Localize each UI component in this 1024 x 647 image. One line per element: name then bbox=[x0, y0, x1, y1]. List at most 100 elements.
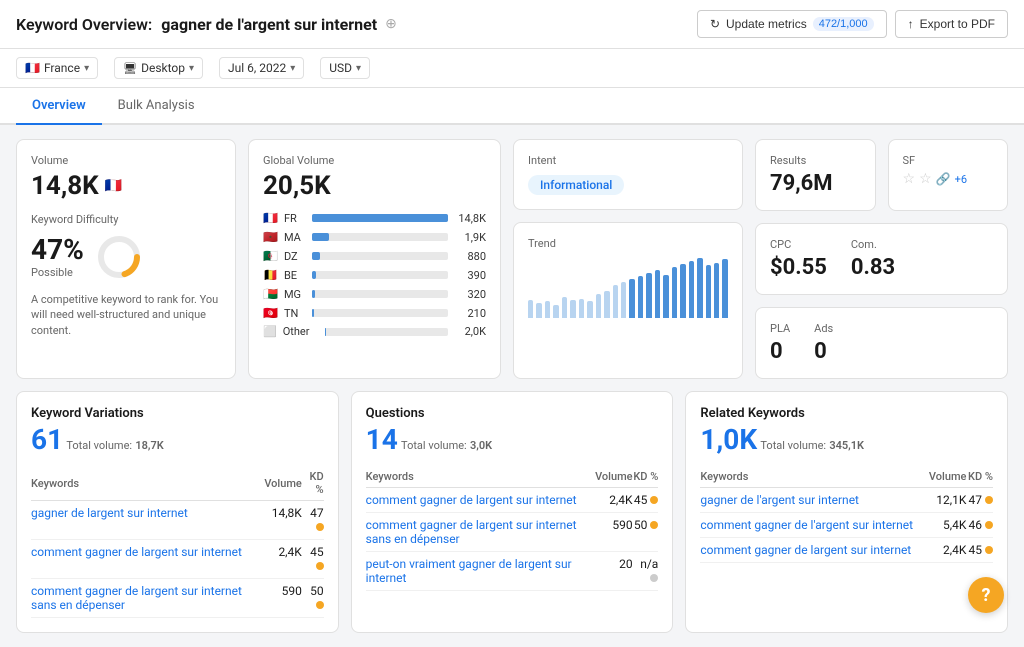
country-bar bbox=[312, 309, 314, 317]
page-title: Keyword Overview: gagner de l'argent sur… bbox=[16, 15, 377, 34]
country-filter[interactable]: 🇫🇷 France ▾ bbox=[16, 57, 98, 79]
link-icon: 🔗 bbox=[936, 172, 951, 186]
top-actions: ↻ Update metrics 472/1,000 ↑ Export to P… bbox=[697, 10, 1008, 38]
country-flag: 🇩🇿 bbox=[263, 249, 278, 263]
keyword-link[interactable]: peut-on vraiment gagner de largent sur i… bbox=[366, 557, 572, 585]
country-value: 390 bbox=[454, 269, 486, 282]
trend-bar bbox=[536, 303, 541, 318]
volume-cell: 2,4K bbox=[264, 540, 302, 579]
country-code: MG bbox=[284, 288, 306, 301]
country-bar bbox=[312, 290, 315, 298]
trend-bar bbox=[553, 305, 558, 318]
country-bar bbox=[312, 271, 316, 279]
country-row: 🇫🇷 FR 14,8K bbox=[263, 211, 486, 225]
col-kd-header: KD % bbox=[302, 466, 324, 501]
related-keywords-total-value: 345,1K bbox=[829, 439, 864, 452]
kd-cell: 47 bbox=[966, 488, 993, 513]
export-pdf-button[interactable]: ↑ Export to PDF bbox=[895, 10, 1008, 38]
kd-cell: 45 bbox=[633, 488, 659, 513]
country-value: 320 bbox=[454, 288, 486, 301]
keyword-link[interactable]: comment gagner de largent sur internet s… bbox=[366, 518, 577, 546]
keyword-link[interactable]: comment gagner de largent sur internet s… bbox=[31, 584, 242, 612]
date-filter[interactable]: Jul 6, 2022 ▾ bbox=[219, 57, 304, 79]
country-flag: 🇲🇬 bbox=[263, 287, 278, 301]
country-flag: 🇫🇷 bbox=[263, 211, 278, 225]
results-card: Results 79,6M bbox=[755, 139, 876, 211]
country-code: MA bbox=[284, 231, 306, 244]
questions-total-label: Total volume: bbox=[401, 439, 467, 452]
trend-bar bbox=[680, 264, 685, 318]
keyword-variations-table: Keywords Volume KD % gagner de largent s… bbox=[31, 466, 324, 618]
other-bar bbox=[325, 328, 327, 336]
device-filter[interactable]: 🖥 Desktop ▾ bbox=[114, 57, 203, 79]
table-row: gagner de largent sur internet 14,8K 47 bbox=[31, 501, 324, 540]
table-row: gagner de l'argent sur internet 12,1K 47 bbox=[700, 488, 993, 513]
country-row: 🇧🇪 BE 390 bbox=[263, 268, 486, 282]
chevron-down-icon: ▾ bbox=[189, 63, 194, 74]
intent-trend-column: Intent Informational Trend bbox=[513, 139, 743, 379]
country-code: TN bbox=[284, 307, 306, 320]
kd-description: A competitive keyword to rank for. You w… bbox=[31, 292, 221, 338]
cpc-com-metrics: CPC $0.55 Com. 0.83 bbox=[770, 238, 993, 280]
currency-filter[interactable]: USD ▾ bbox=[320, 57, 370, 79]
keyword-link[interactable]: comment gagner de largent sur internet bbox=[31, 545, 242, 559]
trend-bar bbox=[579, 299, 584, 318]
global-volume-value: 20,5K bbox=[263, 171, 486, 201]
sf-more-link[interactable]: +6 bbox=[955, 173, 967, 186]
trend-bar bbox=[646, 273, 651, 318]
kd-cell: 45 bbox=[302, 540, 324, 579]
questions-card: Questions 14 Total volume: 3,0K Keywords… bbox=[351, 391, 674, 633]
kd-cell: 46 bbox=[966, 513, 993, 538]
volume-kd-card: Volume 14,8K 🇫🇷 Keyword Difficulty 47% P… bbox=[16, 139, 236, 379]
col-keywords-header: Keywords bbox=[31, 466, 264, 501]
country-flag: 🇲🇦 bbox=[263, 230, 278, 244]
keyword-link[interactable]: comment gagner de largent sur internet bbox=[366, 493, 577, 507]
export-icon: ↑ bbox=[908, 17, 914, 31]
related-keywords-header: Related Keywords 1,0K Total volume: 345,… bbox=[700, 406, 993, 456]
trend-bar bbox=[706, 265, 711, 318]
tab-overview[interactable]: Overview bbox=[16, 88, 102, 125]
volume-cell: 590 bbox=[595, 513, 633, 552]
other-bar-container bbox=[325, 328, 448, 336]
rk-col-kd-header: KD % bbox=[966, 466, 993, 488]
add-circle-icon[interactable]: ⊕ bbox=[385, 16, 397, 32]
questions-total-value: 3,0K bbox=[470, 439, 492, 452]
kd-possible: Possible bbox=[31, 266, 84, 279]
volume-label: Volume bbox=[31, 154, 221, 167]
volume-cell: 12,1K bbox=[927, 488, 967, 513]
title-section: Keyword Overview: gagner de l'argent sur… bbox=[16, 15, 397, 34]
country-code: FR bbox=[284, 212, 306, 225]
trend-bar bbox=[714, 263, 719, 318]
help-button[interactable]: ? bbox=[968, 577, 1004, 613]
country-code: BE bbox=[284, 269, 306, 282]
cpc-com-card: CPC $0.55 Com. 0.83 bbox=[755, 223, 1008, 295]
country-bar-container bbox=[312, 252, 448, 260]
trend-bar bbox=[638, 276, 643, 318]
com-value: 0.83 bbox=[851, 255, 895, 280]
keyword-link[interactable]: comment gagner de l'argent sur internet bbox=[700, 518, 913, 532]
keyword-variations-count: 61 bbox=[31, 423, 63, 456]
ads-label: Ads bbox=[814, 322, 833, 335]
keyword-link[interactable]: gagner de largent sur internet bbox=[31, 506, 188, 520]
country-bars: 🇫🇷 FR 14,8K 🇲🇦 MA 1,9K 🇩🇿 DZ 880 🇧🇪 BE 3… bbox=[263, 211, 486, 320]
kd-cell: n/a bbox=[633, 552, 659, 591]
questions-table: Keywords Volume KD % comment gagner de l… bbox=[366, 466, 659, 591]
row2-grid: Keyword Variations 61 Total volume: 18,7… bbox=[16, 391, 1008, 633]
trend-bar bbox=[528, 300, 533, 318]
update-metrics-button[interactable]: ↻ Update metrics 472/1,000 bbox=[697, 10, 887, 38]
tabs-bar: Overview Bulk Analysis bbox=[0, 88, 1024, 125]
trend-chart bbox=[528, 258, 728, 318]
tab-bulk-analysis[interactable]: Bulk Analysis bbox=[102, 88, 211, 125]
country-row: 🇲🇦 MA 1,9K bbox=[263, 230, 486, 244]
trend-bar bbox=[596, 294, 601, 318]
trend-card: Trend bbox=[513, 222, 743, 379]
trend-bar bbox=[613, 285, 618, 318]
keyword-link[interactable]: comment gagner de largent sur internet bbox=[700, 543, 911, 557]
trend-bar bbox=[604, 291, 609, 318]
keyword-variations-total-value: 18,7K bbox=[135, 439, 163, 452]
pla-label: PLA bbox=[770, 322, 790, 335]
country-value: 210 bbox=[454, 307, 486, 320]
keyword-link[interactable]: gagner de l'argent sur internet bbox=[700, 493, 859, 507]
country-value: 880 bbox=[454, 250, 486, 263]
col-volume-header: Volume bbox=[264, 466, 302, 501]
